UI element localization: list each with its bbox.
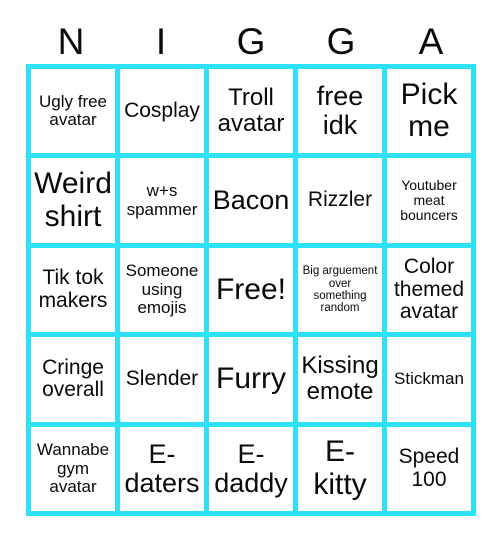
bingo-cell-r5c5[interactable]: Speed 100: [387, 426, 471, 511]
bingo-card: N I G G A Ugly free avatar Cosplay Troll a…: [0, 0, 502, 544]
bingo-cell-r4c3[interactable]: Furry: [209, 337, 293, 422]
bingo-cell-r4c5[interactable]: Stickman: [387, 337, 471, 422]
bingo-cell-label: Free!: [215, 272, 287, 306]
bingo-cell-r3c5[interactable]: Color themed avatar: [387, 247, 471, 333]
bingo-cell-r2c2[interactable]: w+s spammer: [120, 158, 204, 243]
bingo-cell-label: Cringe overall: [42, 355, 104, 402]
header-letter-5: A: [418, 20, 444, 62]
bingo-cell-label: Wannabe gym avatar: [36, 440, 110, 496]
bingo-cell-label: Stickman: [394, 369, 464, 389]
bingo-cell-r2c4[interactable]: Rizzler: [298, 158, 382, 243]
bingo-cell-r3c3[interactable]: Free!: [209, 247, 293, 333]
header-letter-4: G: [326, 20, 356, 62]
bingo-cell-label: Slender: [125, 367, 199, 391]
bingo-cell-r5c3[interactable]: E-daddy: [209, 426, 293, 511]
bingo-cell-label: Pick me: [400, 77, 458, 144]
bingo-cell-r1c1[interactable]: Ugly free avatar: [31, 69, 115, 154]
bingo-cell-r3c2[interactable]: Someone using emojis: [120, 247, 204, 333]
bingo-cell-label: Someone using emojis: [125, 261, 199, 318]
bingo-cell-r2c1[interactable]: Weird shirt: [31, 158, 115, 243]
bingo-cell-label: Bacon: [212, 185, 290, 216]
bingo-cell-r3c1[interactable]: Tik tok makers: [31, 247, 115, 333]
bingo-cell-label: E-daters: [124, 438, 200, 498]
bingo-cell-r2c5[interactable]: Youtuber meat bouncers: [387, 158, 471, 243]
header-letter-3: G: [236, 20, 266, 62]
bingo-cell-label: E-daddy: [214, 438, 288, 498]
bingo-cell-label: free idk: [316, 81, 364, 141]
bingo-cell-label: Kissing emote: [301, 352, 379, 406]
bingo-cell-label: Rizzler: [307, 188, 373, 212]
bingo-cell-label: Color themed avatar: [393, 254, 465, 324]
bingo-cell-r3c4[interactable]: Big arguement over something random: [298, 247, 382, 333]
bingo-cell-label: Weird shirt: [34, 167, 112, 233]
bingo-cell-r5c2[interactable]: E-daters: [120, 426, 204, 511]
bingo-cell-r4c1[interactable]: Cringe overall: [31, 337, 115, 422]
bingo-cell-label: Furry: [216, 362, 286, 396]
header-letter-1: N: [57, 20, 85, 62]
bingo-cell-r1c5[interactable]: Pick me: [387, 69, 471, 154]
bingo-cell-label: E-kitty: [313, 435, 367, 501]
bingo-cell-label: Troll avatar: [217, 84, 285, 138]
bingo-cell-r5c4[interactable]: E-kitty: [298, 426, 382, 511]
bingo-cell-label: Tik tok makers: [38, 266, 108, 312]
bingo-cell-label: Cosplay: [124, 98, 200, 122]
bingo-cell-label: Speed 100: [398, 445, 460, 491]
bingo-cell-label: Youtuber meat bouncers: [400, 176, 458, 224]
bingo-cell-r1c2[interactable]: Cosplay: [120, 69, 204, 154]
bingo-cell-label: Ugly free avatar: [38, 91, 108, 130]
bingo-header-letters: N I G G A: [26, 18, 476, 64]
bingo-cell-r4c4[interactable]: Kissing emote: [298, 337, 382, 422]
bingo-cell-r1c3[interactable]: Troll avatar: [209, 69, 293, 154]
bingo-cell-r4c2[interactable]: Slender: [120, 337, 204, 422]
bingo-cell-r1c4[interactable]: free idk: [298, 69, 382, 154]
bingo-cell-r5c1[interactable]: Wannabe gym avatar: [31, 426, 115, 511]
bingo-cell-label: w+s spammer: [126, 181, 198, 219]
header-letter-2: I: [155, 20, 167, 62]
bingo-cell-r2c3[interactable]: Bacon: [209, 158, 293, 243]
bingo-grid: Ugly free avatar Cosplay Troll avatar free …: [26, 64, 476, 516]
bingo-cell-label: Big arguement over something random: [302, 265, 378, 315]
